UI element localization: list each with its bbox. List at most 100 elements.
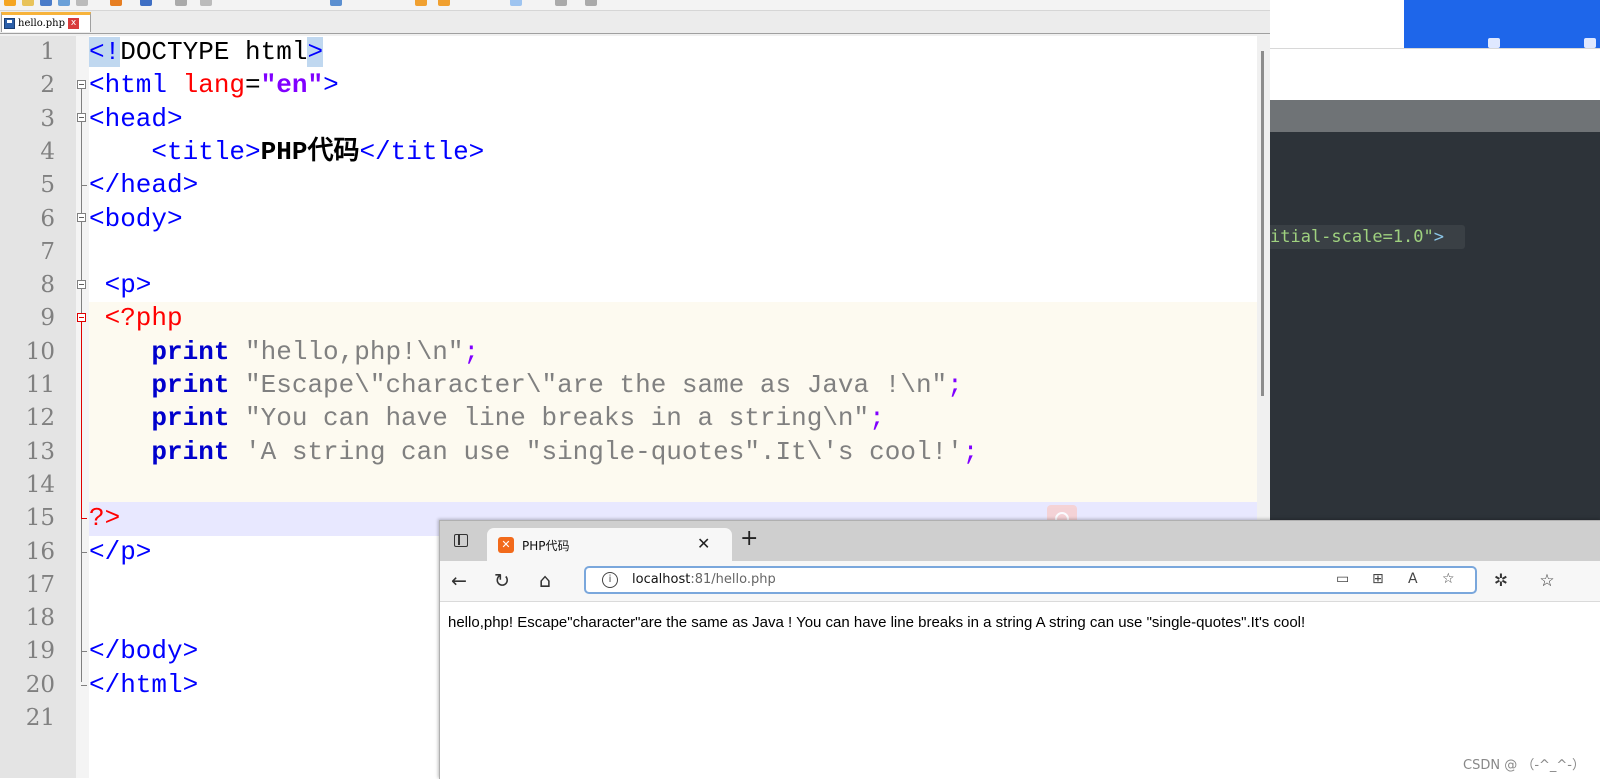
app-available-icon[interactable]: ▭ bbox=[1336, 571, 1349, 587]
fold-toggle-p[interactable] bbox=[77, 280, 86, 289]
background-divider bbox=[1270, 48, 1600, 49]
fold-end-body bbox=[81, 651, 87, 652]
address-bar[interactable]: i localhost:81/hello.php ▭ ⊞ A ☆ bbox=[584, 566, 1477, 594]
toolbar-wrap-icon[interactable] bbox=[510, 0, 522, 6]
semicolon: ; bbox=[869, 403, 885, 434]
p-open-tag: <p> bbox=[89, 270, 152, 301]
title-close-tag: </title> bbox=[359, 136, 485, 167]
toolbar-cut-icon[interactable] bbox=[140, 0, 152, 6]
background-app-icon bbox=[1488, 38, 1500, 48]
code-line-20[interactable]: </html> bbox=[89, 668, 198, 702]
line-number: 14 bbox=[25, 471, 55, 498]
code-line-15[interactable]: ?> bbox=[89, 501, 120, 535]
semicolon: ; bbox=[947, 370, 963, 400]
fold-end-php bbox=[81, 518, 87, 519]
line-number: 13 bbox=[25, 438, 55, 465]
line-number: 10 bbox=[25, 338, 55, 365]
code-line-4[interactable]: <title>PHP代码</title> bbox=[89, 135, 484, 169]
tab-actions-icon[interactable] bbox=[454, 534, 468, 547]
toolbar-zoom-icon[interactable] bbox=[415, 0, 427, 6]
print-keyword: print bbox=[89, 370, 246, 400]
browser-navbar: ← ↻ ⌂ i localhost:81/hello.php ▭ ⊞ A ☆ ✲… bbox=[440, 561, 1600, 602]
url-path: :81/hello.php bbox=[690, 572, 776, 587]
line-number: 11 bbox=[25, 372, 55, 398]
site-info-icon[interactable]: i bbox=[602, 572, 618, 588]
print-keyword: print bbox=[89, 403, 246, 434]
toolbar-copy-icon[interactable] bbox=[175, 0, 187, 6]
toolbar-zoomout-icon[interactable] bbox=[438, 0, 450, 6]
tab-close-icon[interactable]: x bbox=[68, 18, 80, 29]
fold-margin bbox=[76, 36, 89, 778]
fold-toggle-head[interactable] bbox=[77, 113, 86, 122]
body-close-tag: </body> bbox=[89, 636, 199, 667]
background-gray-bar bbox=[1270, 100, 1600, 132]
browser-tabbar: ✕ PHP代码 ✕ + bbox=[440, 521, 1600, 561]
lang-value: "en" bbox=[260, 70, 324, 101]
toolbar-open-icon[interactable] bbox=[22, 0, 34, 6]
code-line-19[interactable]: </body> bbox=[89, 634, 198, 668]
background-code-snippet: itial-scale=1.0"> bbox=[1270, 225, 1465, 249]
string-literal: "You can have line breaks in a string\n" bbox=[245, 403, 870, 434]
tab-close-button[interactable]: ✕ bbox=[697, 534, 710, 553]
toolbar-new-icon[interactable] bbox=[4, 0, 16, 6]
toolbar-find-icon[interactable] bbox=[330, 0, 342, 6]
php-output-text: hello,php! Escape"character"are the same… bbox=[448, 614, 1306, 631]
fold-end-head bbox=[81, 185, 87, 186]
xampp-favicon-icon: ✕ bbox=[498, 537, 514, 553]
fold-toggle-php[interactable] bbox=[77, 313, 86, 322]
toolbar-macro-icon[interactable] bbox=[585, 0, 597, 6]
line-number: 4 bbox=[40, 138, 55, 165]
code-line-6[interactable]: <body> bbox=[89, 202, 183, 236]
snippet-bracket: > bbox=[1433, 227, 1445, 247]
toolbar-print-icon[interactable] bbox=[110, 0, 122, 6]
line-number: 16 bbox=[25, 538, 55, 565]
html-tag-close: > bbox=[323, 70, 339, 101]
home-button[interactable]: ⌂ bbox=[533, 569, 557, 593]
toolbar-indent-icon[interactable] bbox=[555, 0, 567, 6]
browser-window: ✕ PHP代码 ✕ + ← ↻ ⌂ i localhost:81/hello.p… bbox=[439, 520, 1600, 779]
toolbar-saveall-icon[interactable] bbox=[58, 0, 70, 6]
line-number: 8 bbox=[40, 272, 55, 299]
p-close-tag: </p> bbox=[89, 536, 152, 567]
head-close-tag: </head> bbox=[89, 170, 199, 201]
split-screen-icon[interactable]: ⊞ bbox=[1372, 571, 1384, 587]
file-tab-label: hello.php bbox=[18, 18, 66, 29]
scrollbar-thumb[interactable] bbox=[1261, 51, 1264, 396]
favorites-icon[interactable]: ☆ bbox=[1535, 569, 1559, 593]
read-aloud-icon[interactable]: A bbox=[1408, 571, 1418, 587]
line-number: 15 bbox=[25, 505, 55, 532]
code-line-11[interactable]: print "Escape\"character\"are the same a… bbox=[89, 368, 963, 402]
head-open-tag: <head> bbox=[89, 103, 183, 134]
code-line-16[interactable]: </p> bbox=[89, 535, 151, 569]
code-line-9[interactable]: <?php bbox=[89, 301, 183, 335]
url-host: localhost bbox=[632, 572, 691, 587]
code-line-1[interactable]: <!DOCTYPE html> bbox=[89, 35, 324, 69]
new-tab-button[interactable]: + bbox=[740, 526, 758, 551]
browser-tab[interactable]: ✕ PHP代码 ✕ bbox=[487, 528, 732, 561]
line-number: 1 bbox=[40, 39, 55, 65]
semicolon: ; bbox=[463, 336, 480, 367]
toolbar-close-icon[interactable] bbox=[76, 0, 88, 6]
reload-button[interactable]: ↻ bbox=[490, 569, 514, 593]
background-blue-panel bbox=[1404, 0, 1600, 48]
code-line-10[interactable]: print "hello,php!\n"; bbox=[89, 335, 479, 369]
extensions-icon[interactable]: ✲ bbox=[1489, 569, 1513, 593]
add-favorite-icon[interactable]: ☆ bbox=[1442, 571, 1455, 587]
url-text: localhost:81/hello.php bbox=[632, 572, 776, 587]
fold-toggle-body[interactable] bbox=[77, 213, 86, 222]
code-line-5[interactable]: </head> bbox=[89, 168, 198, 202]
toolbar-save-icon[interactable] bbox=[40, 0, 52, 6]
print-keyword: print bbox=[89, 336, 246, 367]
code-line-2[interactable]: <html lang="en"> bbox=[89, 68, 339, 102]
code-line-8[interactable]: <p> bbox=[89, 268, 152, 302]
code-line-3[interactable]: <head> bbox=[89, 102, 183, 136]
file-tab-hello-php[interactable]: hello.php x bbox=[1, 12, 91, 32]
back-button[interactable]: ← bbox=[447, 569, 471, 593]
toolbar-paste-icon[interactable] bbox=[200, 0, 212, 6]
title-text: PHP代码 bbox=[260, 136, 360, 167]
title-open-tag: <title> bbox=[89, 136, 261, 167]
code-line-13[interactable]: print 'A string can use "single-quotes".… bbox=[89, 435, 978, 469]
code-line-12[interactable]: print "You can have line breaks in a str… bbox=[89, 401, 885, 435]
doctype-text: DOCTYPE html bbox=[120, 37, 308, 67]
fold-toggle-html[interactable] bbox=[77, 80, 86, 89]
